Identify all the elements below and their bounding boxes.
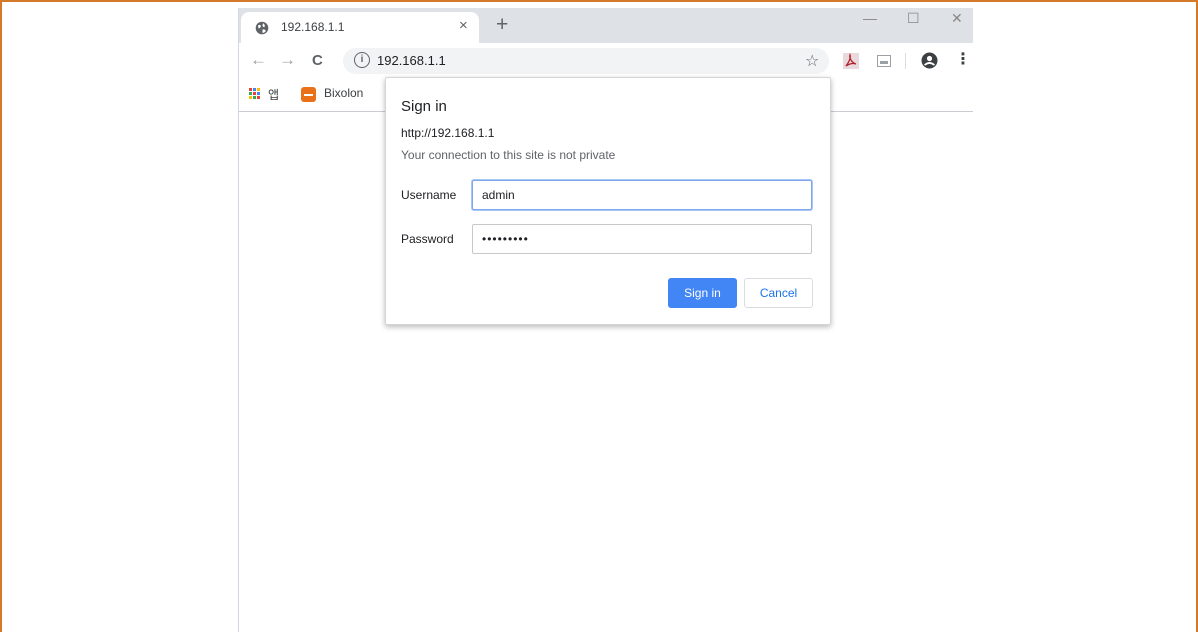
sign-in-dialog: Sign in http://192.168.1.1 Your connecti… [385, 77, 831, 325]
address-url: 192.168.1.1 [377, 53, 446, 68]
cancel-button[interactable]: Cancel [744, 278, 813, 308]
dialog-title: Sign in [401, 98, 447, 115]
new-tab-button[interactable]: + [496, 14, 508, 35]
reload-icon[interactable]: C [312, 50, 323, 72]
dialog-warning: Your connection to this site is not priv… [401, 148, 616, 162]
username-label: Username [401, 188, 457, 202]
dialog-host: http://192.168.1.1 [401, 126, 495, 140]
profile-icon[interactable] [921, 52, 938, 69]
apps-label[interactable]: 앱 [268, 86, 279, 103]
sign-in-button[interactable]: Sign in [668, 278, 737, 308]
menu-kebab-icon[interactable]: ⋮ [955, 49, 971, 71]
browser-tab[interactable]: 192.168.1.1 × [241, 12, 479, 43]
address-bar[interactable]: i 192.168.1.1 ☆ [343, 48, 829, 74]
maximize-button[interactable]: ☐ [907, 8, 920, 28]
password-label: Password [401, 232, 454, 246]
minimize-button[interactable]: — [863, 8, 877, 28]
cast-extension-icon[interactable] [877, 55, 891, 67]
username-input[interactable]: admin [472, 180, 812, 210]
tab-title: 192.168.1.1 [281, 20, 345, 34]
toolbar-separator [905, 53, 906, 69]
window-close-button[interactable]: ✕ [951, 8, 963, 28]
bixolon-favicon [301, 87, 316, 102]
globe-icon [255, 21, 269, 35]
password-input[interactable]: ••••••••• [472, 224, 812, 254]
site-info-icon[interactable]: i [354, 52, 370, 68]
bookmark-star-icon[interactable]: ☆ [805, 51, 819, 71]
back-arrow-icon[interactable]: ← [250, 49, 267, 71]
forward-arrow-icon[interactable]: → [279, 49, 296, 71]
pdf-extension-icon[interactable] [843, 53, 859, 69]
bookmark-bixolon[interactable]: Bixolon [324, 86, 363, 100]
tab-close-icon[interactable]: × [459, 17, 468, 34]
tab-strip: 192.168.1.1 × + — ☐ ✕ [239, 8, 973, 43]
browser-toolbar: ← → C i 192.168.1.1 ☆ ⋮ [239, 43, 973, 79]
apps-grid-icon[interactable] [249, 88, 261, 100]
